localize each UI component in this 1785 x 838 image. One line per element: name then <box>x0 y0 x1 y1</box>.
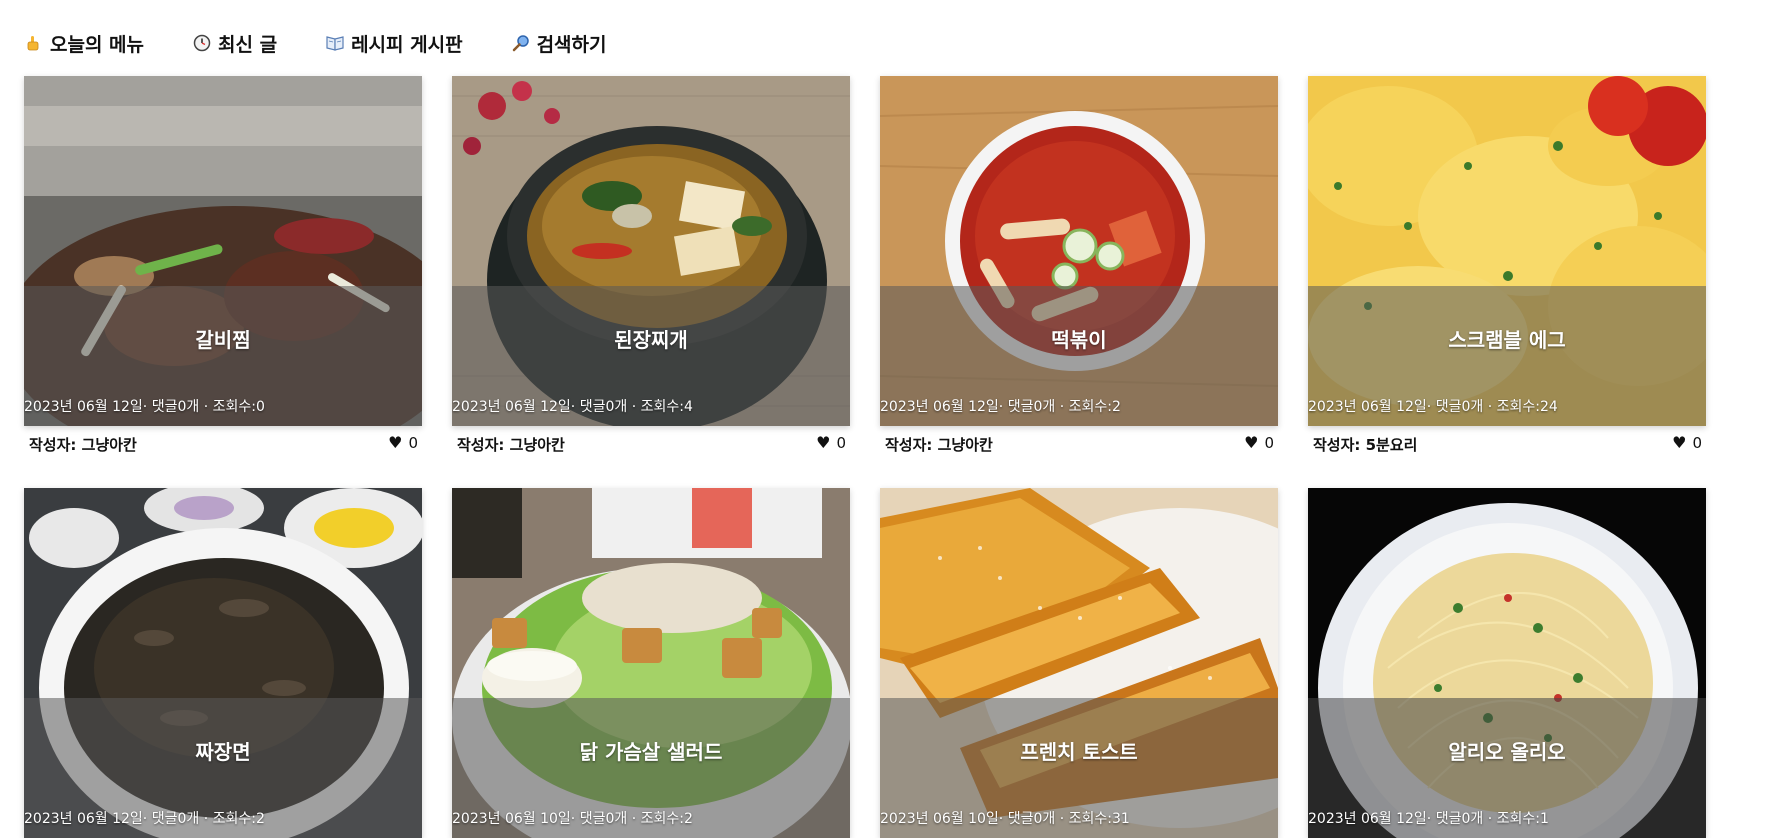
author-prefix: 작성자: <box>1313 436 1366 454</box>
heart-icon: ♥ <box>1244 433 1259 452</box>
like-button[interactable]: ♥ 0 <box>816 434 846 452</box>
magnifier-icon <box>511 33 531 53</box>
book-icon <box>325 33 345 53</box>
nav-label-search: 검색하기 <box>536 33 607 56</box>
like-button[interactable]: ♥ 0 <box>1672 434 1702 452</box>
card-author: 작성자: 그냥아칸 <box>885 434 993 455</box>
recipe-card-image[interactable]: 알리오 올리오 2023년 06월 12일· 댓글0개 · 조회수:1 <box>1308 488 1706 838</box>
card-title: 스크램블 에그 <box>1448 328 1566 352</box>
like-count: 0 <box>1264 434 1274 452</box>
card-meta: 2023년 06월 10일· 댓글0개 · 조회수:2 <box>452 811 693 827</box>
card-title: 프렌치 토스트 <box>1020 740 1138 764</box>
recipe-card-image[interactable]: 짜장면 2023년 06월 12일· 댓글0개 · 조회수:2 <box>24 488 422 838</box>
card-meta: 2023년 06월 12일· 댓글0개 · 조회수:2 <box>880 399 1121 415</box>
card-meta: 2023년 06월 12일· 댓글0개 · 조회수:24 <box>1308 399 1558 415</box>
card-footer: 작성자: 그냥아칸 ♥ 0 <box>452 432 850 456</box>
recipe-card-image[interactable]: 스크램블 에그 2023년 06월 12일· 댓글0개 · 조회수:24 <box>1308 76 1706 426</box>
recipe-card-image[interactable]: 떡볶이 2023년 06월 12일· 댓글0개 · 조회수:2 <box>880 76 1278 426</box>
card-title: 짜장면 <box>195 740 251 764</box>
card-meta: 2023년 06월 12일· 댓글0개 · 조회수:1 <box>1308 811 1549 827</box>
card-author: 작성자: 5분요리 <box>1313 434 1417 455</box>
nav-item-search[interactable]: 검색하기 <box>511 30 607 57</box>
like-count: 0 <box>408 434 418 452</box>
recipe-card-image[interactable]: 프렌치 토스트 2023년 06월 10일· 댓글0개 · 조회수:31 <box>880 488 1278 838</box>
author-name: 그냥아칸 <box>937 436 993 454</box>
card-footer: 작성자: 5분요리 ♥ 0 <box>1308 432 1706 456</box>
card-author: 작성자: 그냥아칸 <box>457 434 565 455</box>
card-meta: 2023년 06월 12일· 댓글0개 · 조회수:0 <box>24 399 265 415</box>
card-meta: 2023년 06월 10일· 댓글0개 · 조회수:31 <box>880 811 1130 827</box>
author-prefix: 작성자: <box>885 436 938 454</box>
nav-label-today-menu: 오늘의 메뉴 <box>50 33 145 56</box>
like-button[interactable]: ♥ 0 <box>388 434 418 452</box>
author-prefix: 작성자: <box>29 436 82 454</box>
thumbs-up-icon <box>24 33 44 53</box>
recipe-card-image[interactable]: 닭 가슴살 샐러드 2023년 06월 10일· 댓글0개 · 조회수:2 <box>452 488 850 838</box>
card-footer: 작성자: 그냥아칸 ♥ 0 <box>880 432 1278 456</box>
card-meta: 2023년 06월 12일· 댓글0개 · 조회수:2 <box>24 811 265 827</box>
card-title: 닭 가슴살 샐러드 <box>579 740 723 764</box>
top-navigation: 오늘의 메뉴 최신 글 레시피 게시판 검색하기 <box>24 26 607 60</box>
like-button[interactable]: ♥ 0 <box>1244 434 1274 452</box>
clock-icon <box>192 33 212 53</box>
nav-item-latest-posts[interactable]: 최신 글 <box>192 30 277 57</box>
recipe-card-image[interactable]: 된장찌개 2023년 06월 12일· 댓글0개 · 조회수:4 <box>452 76 850 426</box>
card-author: 작성자: 그냥아칸 <box>29 434 137 455</box>
card-title: 갈비찜 <box>195 328 251 352</box>
heart-icon: ♥ <box>388 433 403 452</box>
recipe-card-image[interactable]: 갈비찜 2023년 06월 12일· 댓글0개 · 조회수:0 <box>24 76 422 426</box>
author-name: 그냥아칸 <box>81 436 137 454</box>
heart-icon: ♥ <box>1672 433 1687 452</box>
like-count: 0 <box>836 434 846 452</box>
nav-label-latest-posts: 최신 글 <box>218 33 278 56</box>
author-name: 5분요리 <box>1365 436 1418 454</box>
heart-icon: ♥ <box>816 433 831 452</box>
card-meta: 2023년 06월 12일· 댓글0개 · 조회수:4 <box>452 399 693 415</box>
card-title: 된장찌개 <box>614 328 688 352</box>
like-count: 0 <box>1692 434 1702 452</box>
nav-item-today-menu[interactable]: 오늘의 메뉴 <box>24 30 144 57</box>
author-prefix: 작성자: <box>457 436 510 454</box>
nav-label-recipe-board: 레시피 게시판 <box>351 33 463 56</box>
nav-item-recipe-board[interactable]: 레시피 게시판 <box>325 30 463 57</box>
card-footer: 작성자: 그냥아칸 ♥ 0 <box>24 432 422 456</box>
card-title: 알리오 올리오 <box>1448 740 1566 764</box>
author-name: 그냥아칸 <box>509 436 565 454</box>
card-title: 떡볶이 <box>1051 328 1107 352</box>
